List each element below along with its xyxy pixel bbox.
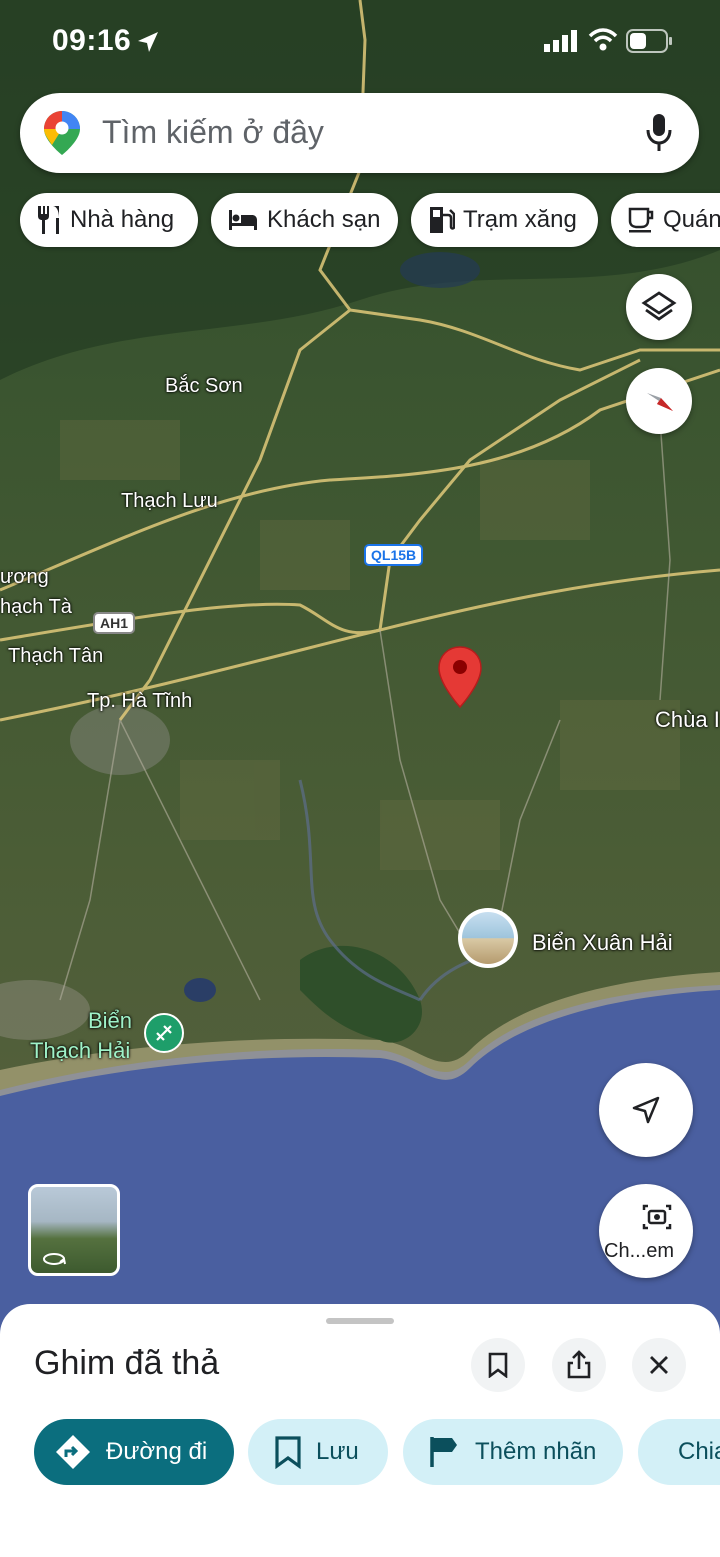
park-marker-icon[interactable]	[144, 1013, 184, 1053]
place-label-thach-luu[interactable]: Thạch Lưu	[121, 490, 218, 513]
category-chips: Nhà hàng Khách sạn Trạm xăng Quán	[20, 193, 720, 247]
camera-button-label: Ch...em	[604, 1240, 675, 1262]
place-label-bac-son[interactable]: Bắc Sơn	[165, 375, 243, 398]
sheet-drag-handle[interactable]	[326, 1318, 394, 1324]
save-icon-button[interactable]	[471, 1338, 525, 1392]
microphone-icon[interactable]	[646, 113, 672, 153]
flag-icon	[430, 1437, 457, 1467]
chip-gas-stations[interactable]: Trạm xăng	[411, 193, 598, 247]
directions-label: Đường đi	[106, 1438, 208, 1465]
camera-search-icon	[642, 1204, 672, 1230]
chip-label: Trạm xăng	[463, 206, 577, 233]
road-shield-ah1: AH1	[93, 612, 136, 634]
layers-icon	[641, 291, 677, 321]
wifi-icon	[588, 28, 618, 51]
place-label-thach-ta[interactable]: hạch Tà	[0, 596, 72, 619]
share-icon	[567, 1350, 591, 1379]
place-label-thach-luong[interactable]: ương	[0, 566, 49, 589]
maps-logo-icon	[44, 111, 80, 155]
cellular-signal-icon	[544, 30, 577, 52]
search-input[interactable]: Tìm kiếm ở đây	[102, 114, 324, 151]
search-bar[interactable]: Tìm kiếm ở đây	[20, 93, 699, 173]
chip-label: Nhà hàng	[70, 206, 175, 233]
place-label-ha-tinh[interactable]: Tp. Hà Tĩnh	[87, 690, 192, 713]
my-location-button[interactable]	[599, 1063, 693, 1157]
bookmark-icon	[275, 1436, 301, 1469]
fork-knife-icon	[38, 206, 59, 234]
place-label-bien-xuan-hai[interactable]: Biển Xuân Hải	[532, 930, 673, 956]
dropped-pin-icon[interactable]	[437, 645, 483, 709]
chip-label: Khách sạn	[267, 206, 381, 233]
rotate-360-icon	[43, 1253, 66, 1265]
share-action-button[interactable]: Chia sẻ	[638, 1419, 720, 1485]
navigation-arrow-icon	[632, 1096, 660, 1124]
bottom-sheet: Ghim đã thả Đường đi Lưu Thêm nhãn Chia …	[0, 1304, 720, 1557]
status-time: 09:16	[52, 24, 132, 57]
share-action-label: Chia sẻ	[678, 1438, 720, 1465]
save-button[interactable]: Lưu	[248, 1419, 388, 1485]
sheet-title: Ghim đã thả	[34, 1344, 220, 1382]
street-view-thumbnail[interactable]	[28, 1184, 120, 1276]
gas-station-icon	[430, 207, 455, 233]
place-label-thach-tan[interactable]: Thạch Tân	[8, 645, 103, 668]
chip-restaurants[interactable]: Nhà hàng	[20, 193, 198, 247]
road-shield-ql15b: QL15B	[364, 544, 424, 566]
add-label-button[interactable]: Thêm nhãn	[403, 1419, 623, 1485]
compass-button[interactable]	[626, 368, 692, 434]
chip-cafes[interactable]: Quán	[611, 193, 720, 247]
chip-hotels[interactable]: Khách sạn	[211, 193, 398, 247]
bookmark-icon	[488, 1352, 508, 1378]
save-label: Lưu	[316, 1438, 359, 1465]
close-button[interactable]	[632, 1338, 686, 1392]
directions-button[interactable]: Đường đi	[34, 1419, 234, 1485]
bed-icon	[229, 210, 257, 230]
coffee-cup-icon	[628, 207, 654, 233]
compass-icon	[647, 393, 673, 411]
status-bar: 09:16	[0, 0, 720, 80]
add-label-text: Thêm nhãn	[475, 1438, 597, 1465]
camera-search-button[interactable]: Ch...em	[599, 1184, 693, 1278]
layers-button[interactable]	[626, 274, 692, 340]
close-icon	[650, 1356, 668, 1374]
directions-icon	[56, 1435, 90, 1469]
place-label-bien-thach-hai-line2[interactable]: Thạch Hải	[30, 1038, 130, 1064]
battery-icon	[626, 29, 672, 53]
location-arrow-icon	[138, 32, 158, 52]
beach-photo-thumbnail	[462, 912, 514, 964]
photo-marker-bien-xuan-hai[interactable]	[458, 908, 518, 968]
place-label-chua[interactable]: Chùa I	[655, 707, 720, 733]
chip-label: Quán	[663, 206, 720, 233]
share-icon-button[interactable]	[552, 1338, 606, 1392]
place-label-bien-thach-hai-line1[interactable]: Biển	[88, 1008, 132, 1034]
